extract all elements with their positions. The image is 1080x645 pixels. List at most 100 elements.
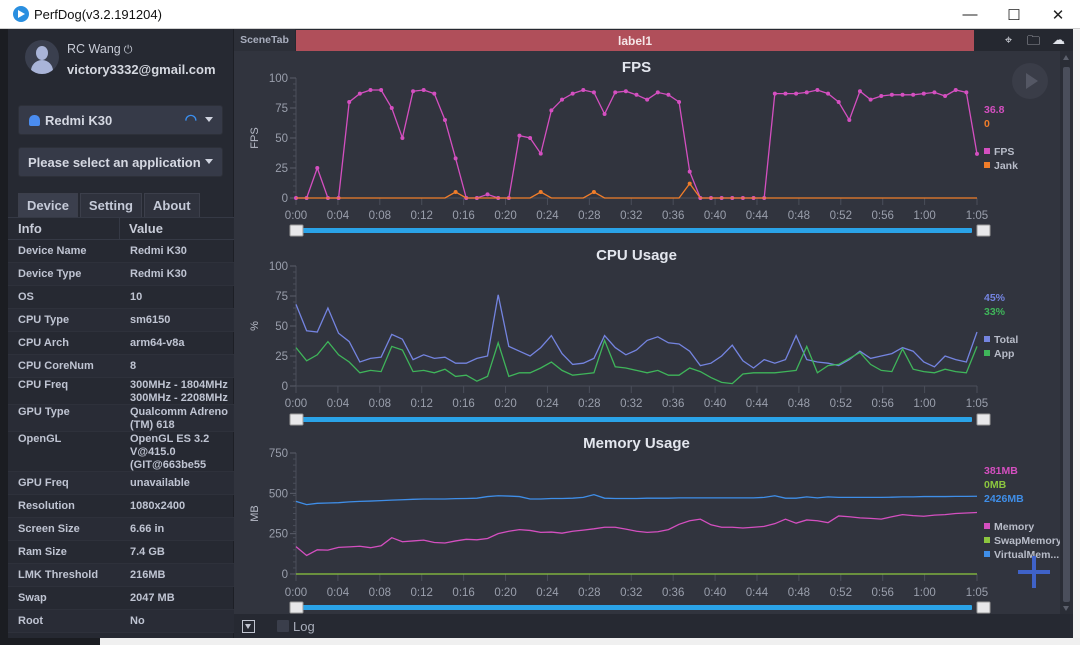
y-axis-label: MB (249, 505, 261, 522)
power-icon[interactable]: ⏻ (124, 44, 133, 56)
current-value: 0MB (984, 479, 1007, 491)
table-row[interactable]: LMK Threshold 216MB (8, 564, 234, 587)
table-row[interactable]: Ram Size 7.4 GB (8, 541, 234, 564)
x-tick-label: 0:48 (788, 210, 810, 222)
charts-svg: FPS FPS 0 25 50 75 100 0:00 0:04 0:08 0:12 0:16 0:20… (249, 59, 1062, 614)
tab-setting[interactable]: Setting (79, 193, 142, 217)
x-tick-label: 0:36 (662, 587, 684, 599)
x-tick-label: 0:56 (872, 210, 894, 222)
x-tick-label: 1:05 (966, 587, 988, 599)
y-axis-label: % (249, 321, 261, 331)
data-point (453, 156, 458, 161)
data-point (911, 92, 916, 97)
minimize-button[interactable]: — (948, 0, 992, 29)
table-row[interactable]: GPU Type Qualcomm Adreno (TM) 618 (8, 405, 234, 432)
info-value: Redmi K30 (130, 268, 187, 280)
table-row[interactable]: CPU CoreNum 8 (8, 355, 234, 378)
data-point (655, 90, 660, 95)
user-panel: RC Wang ⏻ victory3332@gmail.com (8, 29, 234, 93)
table-row[interactable]: Swap 2047 MB (8, 587, 234, 610)
x-tick-label: 0:28 (578, 210, 600, 222)
android-icon (29, 114, 40, 126)
column-header-value[interactable]: Value (120, 221, 163, 236)
x-tick-label: 0:16 (452, 210, 474, 222)
info-value: No (130, 615, 145, 627)
tab-device[interactable]: Device (18, 193, 78, 217)
device-select-value: Redmi K30 (45, 112, 113, 128)
log-checkbox[interactable] (277, 620, 289, 632)
data-point (943, 94, 948, 98)
legend-label: SwapMemory (994, 535, 1060, 547)
x-tick-label: 0:16 (452, 587, 474, 599)
background-strip (0, 638, 1080, 645)
time-range-slider[interactable] (301, 417, 972, 422)
y-tick-label: 0 (282, 569, 288, 581)
data-point (485, 192, 490, 197)
slider-handle-right[interactable] (976, 601, 991, 614)
y-axis-label: FPS (249, 127, 261, 148)
scroll-down-icon[interactable] (1063, 606, 1069, 611)
data-point (549, 108, 554, 113)
scene-label[interactable]: label1 (296, 30, 974, 51)
x-tick-label: 0:56 (872, 587, 894, 599)
play-button[interactable] (1012, 63, 1048, 99)
series-line-total (295, 294, 978, 369)
data-point (836, 100, 841, 104)
add-chart-button[interactable] (1018, 556, 1050, 588)
table-row[interactable]: Root No (8, 610, 234, 633)
x-tick-label: 0:56 (872, 398, 894, 410)
table-row[interactable]: OpenGL OpenGL ES 3.2 V@415.0 (GIT@663be55 (8, 432, 234, 472)
scene-bar: SceneTab label1 ⌖ 🗀 ☁ (234, 29, 1073, 51)
avatar[interactable] (25, 40, 59, 74)
time-range-slider[interactable] (301, 605, 972, 610)
data-point (560, 97, 565, 102)
x-tick-label: 0:28 (578, 587, 600, 599)
legend-swatch (984, 148, 990, 154)
table-row[interactable]: CPU Freq 300MHz - 1804MHz 300MHz - 2208MH… (8, 378, 234, 405)
table-row[interactable]: Resolution 1080x2400 (8, 495, 234, 518)
slider-handle-right[interactable] (976, 224, 991, 237)
user-email: victory3332@gmail.com (67, 62, 216, 77)
info-key: Device Type (18, 268, 82, 280)
device-info-table: Info Value Device Name Redmi K30 Device Ty… (8, 217, 234, 633)
scene-tab[interactable]: SceneTab (234, 29, 295, 51)
x-tick-label: 0:44 (746, 398, 769, 410)
wifi-icon: ◠ (184, 111, 197, 127)
expand-panel-button[interactable] (242, 619, 255, 633)
app-select-placeholder: Please select an application (28, 154, 201, 170)
app-select[interactable]: Please select an application (18, 147, 223, 177)
data-point (581, 88, 586, 92)
table-row[interactable]: GPU Freq unavailable (8, 472, 234, 495)
tab-about[interactable]: About (143, 193, 200, 217)
slider-handle-left[interactable] (289, 413, 304, 426)
scrollbar-thumb[interactable] (1063, 67, 1070, 602)
table-row[interactable]: Device Type Redmi K30 (8, 263, 234, 286)
table-row[interactable]: CPU Arch arm64-v8a (8, 332, 234, 355)
table-row[interactable]: Screen Size 6.66 in (8, 518, 234, 541)
column-header-info[interactable]: Info (8, 218, 120, 239)
x-tick-label: 0:20 (494, 587, 516, 599)
slider-handle-left[interactable] (289, 601, 304, 614)
close-button[interactable]: ✕ (1036, 0, 1080, 29)
table-row[interactable]: Device Name Redmi K30 (8, 240, 234, 263)
data-point (666, 92, 671, 97)
maximize-button[interactable]: ☐ (992, 0, 1036, 29)
time-range-slider[interactable] (301, 228, 972, 233)
table-row[interactable]: OS 10 (8, 286, 234, 309)
data-point (400, 136, 405, 140)
device-select[interactable]: Redmi K30 ◠ (18, 105, 223, 135)
legend-label: FPS (994, 146, 1014, 158)
x-tick-label: 0:40 (704, 587, 726, 599)
slider-handle-left[interactable] (289, 224, 304, 237)
x-tick-label: 1:00 (913, 587, 935, 599)
info-value: 1080x2400 (130, 500, 186, 512)
info-value: Qualcomm Adreno (TM) 618 (130, 406, 228, 431)
vertical-scrollbar[interactable] (1060, 51, 1073, 614)
data-point (421, 88, 426, 92)
table-row[interactable]: CPU Type sm6150 (8, 309, 234, 332)
x-tick-label: 0:40 (704, 398, 726, 410)
info-key: CPU Arch (18, 337, 69, 349)
legend-swatch (984, 551, 990, 557)
slider-handle-right[interactable] (976, 413, 991, 426)
scroll-up-icon[interactable] (1063, 55, 1069, 60)
